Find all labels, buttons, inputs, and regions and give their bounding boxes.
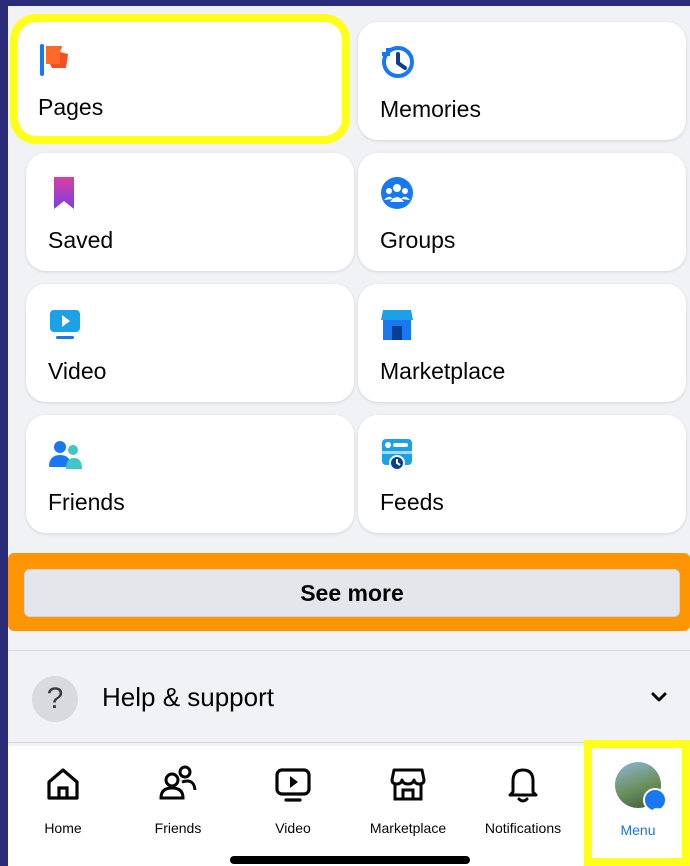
friends-icon — [48, 437, 82, 473]
help-support-label: Help & support — [102, 682, 274, 712]
shortcut-video[interactable]: Video — [26, 284, 354, 402]
shortcut-friends[interactable]: Friends — [26, 415, 354, 533]
divider — [8, 650, 690, 651]
see-more-button[interactable]: See more — [24, 569, 680, 617]
video-icon — [48, 306, 82, 342]
groups-icon — [380, 175, 414, 211]
storefront-icon — [390, 768, 426, 801]
menu-screen: Pages Memories Saved Groups Video Market… — [8, 6, 690, 866]
shortcut-groups[interactable]: Groups — [358, 153, 686, 271]
shortcut-marketplace[interactable]: Marketplace — [358, 284, 686, 402]
tab-home[interactable]: Home — [8, 758, 118, 842]
storefront-icon — [380, 306, 414, 342]
home-icon — [47, 768, 79, 800]
feeds-icon — [380, 437, 414, 473]
chevron-down-icon — [650, 688, 668, 706]
clock-history-icon — [380, 44, 414, 80]
flag-icon — [38, 42, 72, 78]
menu-highlight — [584, 740, 690, 866]
shortcut-feeds[interactable]: Feeds — [358, 415, 686, 533]
shortcut-label: Video — [48, 358, 107, 384]
video-icon — [275, 768, 311, 802]
question-icon: ? — [32, 676, 78, 722]
shortcut-label: Pages — [38, 94, 104, 120]
shortcut-label: Marketplace — [380, 358, 506, 384]
tab-label: Marketplace — [369, 820, 447, 836]
bell-icon — [508, 768, 538, 803]
shortcut-pages[interactable]: Pages — [10, 14, 350, 144]
see-more-highlight: See more — [8, 553, 690, 631]
help-support-row[interactable]: ? Help & support — [8, 656, 690, 742]
home-indicator — [230, 856, 470, 864]
tab-video[interactable]: Video — [238, 758, 348, 842]
shortcut-label: Groups — [380, 227, 456, 253]
shortcut-label: Memories — [380, 96, 481, 122]
shortcut-memories[interactable]: Memories — [358, 22, 686, 140]
shortcut-label: Saved — [48, 227, 114, 253]
tab-label: Notifications — [484, 820, 562, 836]
tab-friends[interactable]: Friends — [123, 758, 233, 842]
shortcut-label: Friends — [48, 489, 125, 515]
tab-label: Video — [275, 820, 311, 836]
bookmark-icon — [48, 175, 82, 211]
shortcut-label: Feeds — [380, 489, 444, 515]
shortcut-saved[interactable]: Saved — [26, 153, 354, 271]
tab-marketplace[interactable]: Marketplace — [353, 758, 463, 842]
friends-icon — [159, 765, 197, 800]
tab-label: Friends — [154, 820, 202, 836]
tab-label: Home — [44, 820, 82, 836]
tab-notifications[interactable]: Notifications — [468, 758, 578, 842]
